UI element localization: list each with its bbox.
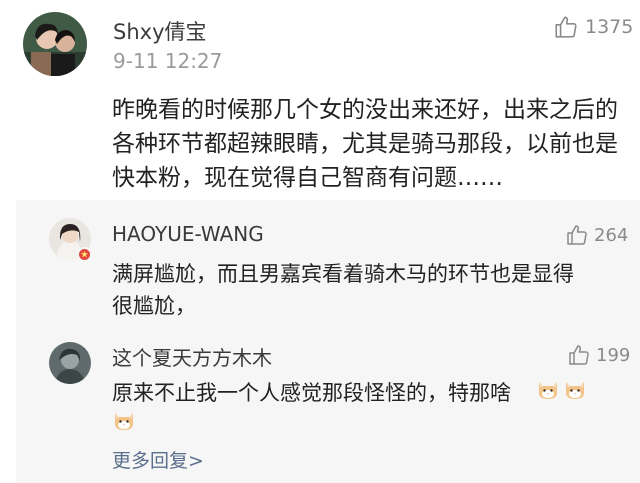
reply-2-like-count: 199 (596, 344, 631, 366)
thumbs-up-icon (567, 225, 587, 245)
main-comment-time: 9-11 12:27 (113, 49, 223, 73)
main-comment-author[interactable]: Shxy倩宝 (113, 16, 207, 46)
main-comment-like-count: 1375 (585, 16, 634, 38)
main-comment-text-line-3: 快本粉，现在觉得自己智商有问题…… (112, 165, 503, 191)
thumbs-up-icon (555, 16, 577, 38)
replies-panel (16, 200, 640, 483)
more-replies-link[interactable]: 更多回复> (112, 446, 204, 473)
reply-2-like-button[interactable]: 199 (567, 343, 630, 367)
reply-1-author[interactable]: HAOYUE-WANG (112, 222, 264, 246)
main-comment-like-button[interactable]: 1375 (553, 14, 633, 40)
cat-face-emoji (539, 382, 557, 399)
main-comment-text-line-2: 各种环节都超辣眼睛，尤其是骑马那段，以前也是 (112, 131, 618, 157)
verified-badge-icon (77, 247, 92, 262)
reply-2-avatar[interactable] (49, 342, 91, 384)
reply-1-text-line-1: 满屏尴尬，而且男嘉宾看着骑木马的环节也是显得 (112, 262, 574, 286)
main-comment-avatar[interactable] (23, 12, 87, 76)
reply-1-like-count: 264 (594, 224, 629, 246)
comment-thread: Shxy倩宝 9-11 12:27 1375 昨晚看的时候那几个女的没出来还好，… (0, 0, 640, 483)
reply-2-author[interactable]: 这个夏天方方木木 (112, 342, 272, 371)
reply-2-text-line-1: 原来不止我一个人感觉那段怪怪的，特那啥 (112, 381, 511, 405)
cat-face-emoji (115, 413, 133, 430)
reply-1-like-button[interactable]: 264 (565, 223, 628, 247)
thumbs-up-icon (569, 345, 589, 365)
cat-face-emoji (566, 382, 584, 399)
reply-1-text-line-2: 很尴尬， (112, 294, 196, 318)
main-comment-text-line-1: 昨晚看的时候那几个女的没出来还好，出来之后的 (112, 97, 618, 123)
